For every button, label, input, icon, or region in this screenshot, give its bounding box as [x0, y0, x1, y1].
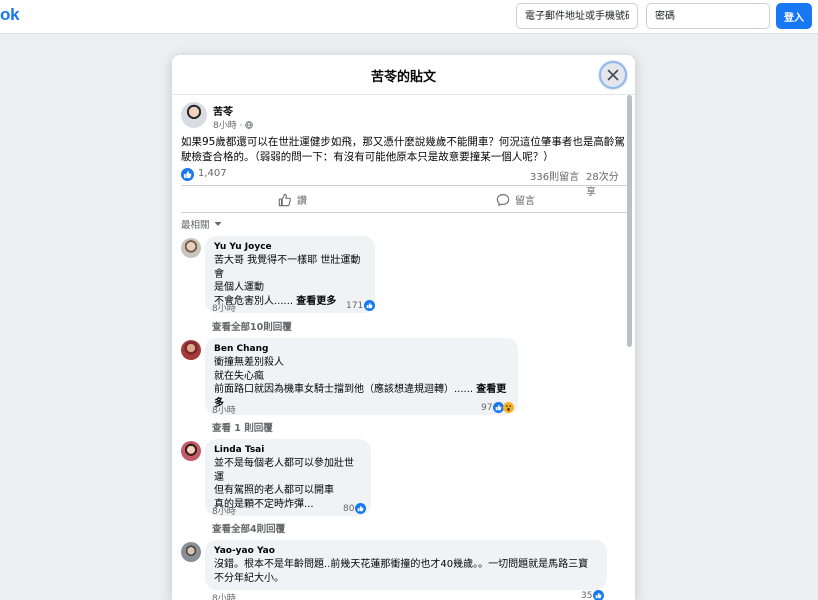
post-meta: 8小時 · — [213, 118, 254, 131]
comment-count[interactable]: 336則留言 — [530, 168, 579, 183]
view-replies-link[interactable]: 查看全部4則回覆 — [212, 521, 285, 535]
post-time[interactable]: 8小時 · — [213, 121, 245, 131]
email-or-phone-input[interactable] — [516, 3, 638, 29]
scrollbar-thumb[interactable] — [627, 95, 632, 347]
thumbs-up-icon — [278, 193, 291, 206]
commenter-avatar[interactable] — [181, 238, 201, 258]
comment-text: 苦大哥 我覺得不一樣耶 世壯運動會 是個人運動 不會危害別人...... 查看更… — [214, 255, 361, 307]
commenter-name[interactable]: Ben Chang — [214, 343, 509, 356]
top-bar: ok 登入 — [0, 0, 818, 34]
commenter-avatar[interactable] — [181, 441, 201, 461]
comment-label: 留言 — [515, 196, 535, 207]
reaction-count: 171 — [346, 300, 364, 311]
author-avatar[interactable] — [181, 102, 207, 128]
reaction-count: 97 — [481, 402, 493, 413]
commenter-name[interactable]: Linda Tsai — [214, 444, 362, 457]
comment-reactions[interactable]: 35 — [581, 590, 605, 600]
comment-time[interactable]: 8小時 — [212, 504, 236, 517]
scrollbar[interactable] — [627, 95, 633, 600]
post-dialog: 苦苓的貼文 苦苓 8小時 · 如果95歲都還可以在世壯運健步如飛，那又憑什麼說幾… — [172, 55, 635, 600]
comment-sort-dropdown[interactable]: 最相關 — [181, 217, 222, 231]
like-reaction-icon[interactable] — [181, 168, 194, 181]
like-reaction-icon — [364, 300, 376, 311]
commenter-avatar[interactable] — [181, 542, 201, 562]
comment-bubble: Yao-yao Yao 沒錯。根本不是年齡問題..前幾天花蓮那衝撞的也才40幾歲… — [205, 540, 607, 590]
comment-time[interactable]: 8小時 — [212, 301, 236, 314]
reactions-summary: 1,407 336則留言 28次分享 — [181, 167, 627, 198]
globe-icon — [245, 121, 254, 129]
view-replies-link[interactable]: 查看全部10則回覆 — [212, 319, 292, 333]
comment-time[interactable]: 8小時 — [212, 403, 236, 416]
login-button[interactable]: 登入 — [776, 3, 812, 29]
post-text: 如果95歲都還可以在世壯運健步如飛，那又憑什麼說幾歲不能開車？何況這位肇事者也是… — [181, 136, 625, 163]
comment-text: 衝撞無差別殺人 就在失心瘋 前面路口就因為機車女騎士擋到他（應該想違規迴轉）..… — [214, 357, 507, 409]
comment-reactions[interactable]: 171 — [346, 300, 376, 311]
sort-label: 最相關 — [181, 220, 210, 231]
close-icon — [607, 69, 619, 81]
wow-reaction-icon — [503, 402, 515, 413]
commenter-name[interactable]: Yao-yao Yao — [214, 545, 598, 558]
comment-text: 沒錯。根本不是年齡問題..前幾天花蓮那衝撞的也才40幾歲。。一切問題就是馬路三寶… — [214, 559, 589, 584]
dialog-header: 苦苓的貼文 — [172, 55, 635, 95]
commenter-avatar[interactable] — [181, 340, 201, 360]
comment-bubble: Ben Chang 衝撞無差別殺人 就在失心瘋 前面路口就因為機車女騎士擋到他（… — [205, 338, 518, 415]
like-label: 讚 — [297, 196, 307, 207]
like-count[interactable]: 1,407 — [198, 168, 227, 179]
caret-down-icon — [214, 222, 222, 226]
reaction-count: 35 — [581, 590, 593, 600]
comment-reactions[interactable]: 97 — [481, 402, 515, 413]
comment-text: 並不是每個老人都可以參加壯世運 但有駕照的老人都可以開車 真的是顆不定時炸彈..… — [214, 458, 354, 510]
comment-reactions[interactable]: 80 — [343, 503, 367, 514]
like-reaction-icon — [593, 590, 605, 600]
commenter-name[interactable]: Yu Yu Joyce — [214, 241, 366, 254]
post-action-bar: 讚 留言 — [181, 185, 627, 213]
post-author-name[interactable]: 苦苓 — [213, 103, 233, 118]
view-replies-link[interactable]: 查看 1 則回覆 — [212, 420, 273, 434]
comment-icon — [496, 193, 510, 206]
dialog-title: 苦苓的貼文 — [370, 70, 436, 85]
like-button[interactable]: 讚 — [181, 186, 404, 212]
comment-button[interactable]: 留言 — [404, 186, 627, 212]
comment-time[interactable]: 8小時 — [212, 591, 236, 600]
password-input[interactable] — [646, 3, 770, 29]
reaction-count: 80 — [343, 503, 355, 514]
like-reaction-icon — [355, 503, 367, 514]
close-button[interactable] — [599, 61, 627, 89]
facebook-logo[interactable]: ok — [0, 5, 20, 25]
see-more-link[interactable]: 查看更多 — [296, 296, 336, 307]
